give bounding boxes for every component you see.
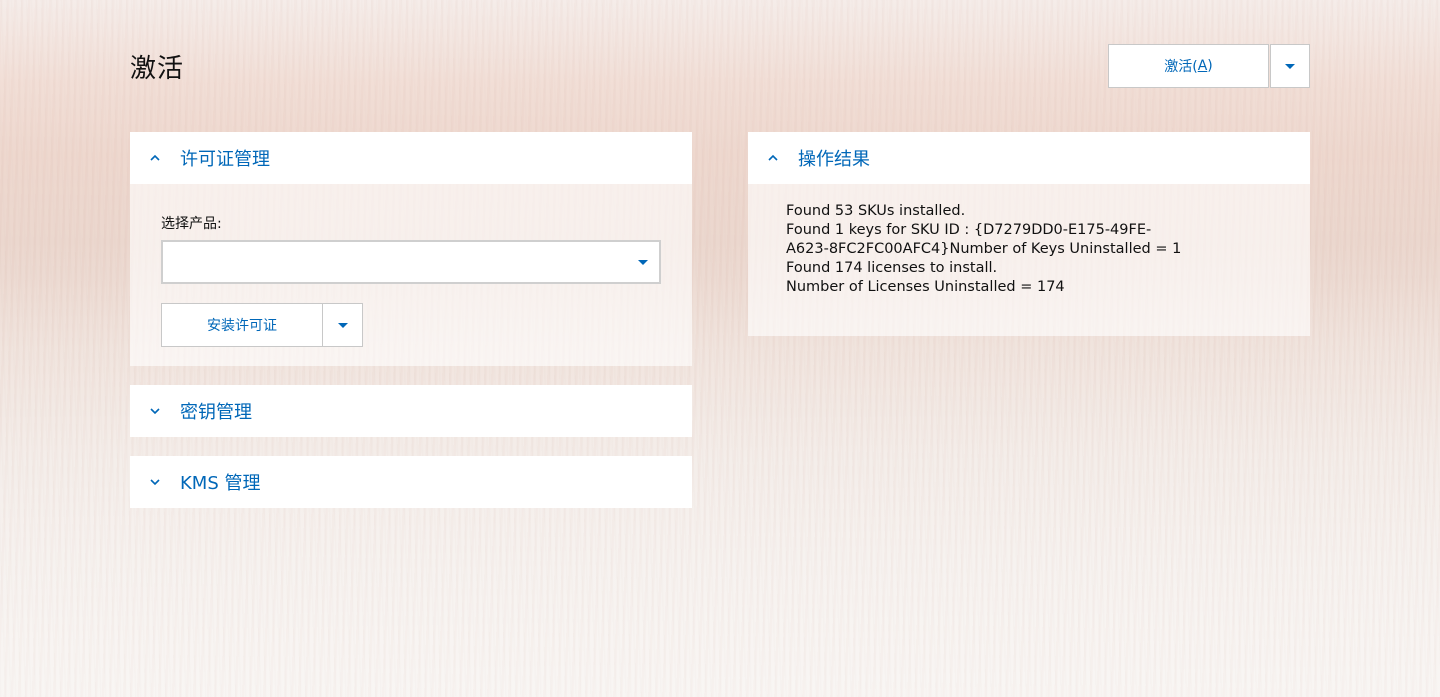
activate-button[interactable]: 激活(A) [1108,44,1269,88]
result-line: A623-8FC2FC00AFC4}Number of Keys Uninsta… [786,241,1182,257]
kms-management-title: KMS 管理 [180,473,261,494]
chevron-down-icon [130,478,180,486]
install-license-label: 安装许可证 [207,318,277,334]
result-line: Found 53 SKUs installed. [786,203,966,219]
caret-down-icon [1285,63,1295,69]
activation-page: { "page": { "title": "激活", "activate_but… [0,0,1440,697]
caret-down-icon [337,322,348,328]
operation-result-output: Found 53 SKUs installed. Found 1 keys fo… [786,202,1181,297]
result-line: Found 1 keys for SKU ID : {D7279DD0-E175… [786,222,1152,238]
key-management-title: 密钥管理 [180,402,252,423]
result-line: Number of Licenses Uninstalled = 174 [786,279,1065,295]
operation-result-header[interactable]: 操作结果 [748,132,1310,184]
caret-down-icon [638,260,648,265]
license-management-title: 许可证管理 [180,149,270,170]
chevron-down-icon [130,407,180,415]
operation-result-panel: 操作结果 Found 53 SKUs installed. Found 1 ke… [748,132,1310,336]
activate-button-access-key: A [1197,58,1208,74]
activate-button-label: 激活( [1164,59,1198,75]
chevron-up-icon [130,154,180,162]
key-management-header[interactable]: 密钥管理 [130,385,692,437]
product-select[interactable] [161,240,661,284]
chevron-up-icon [748,154,798,162]
product-select-label: 选择产品: [161,216,222,232]
key-management-panel: 密钥管理 [130,385,692,437]
kms-management-header[interactable]: KMS 管理 [130,456,692,508]
activate-split-button: 激活(A) [1108,44,1310,88]
license-management-panel: 许可证管理 选择产品: 安装许可证 [130,132,692,366]
install-license-dropdown-button[interactable] [323,303,363,347]
activate-button-label-close: ) [1207,58,1213,74]
install-license-button[interactable]: 安装许可证 [161,303,323,347]
activate-dropdown-button[interactable] [1270,44,1310,88]
result-line: Found 174 licenses to install. [786,260,998,276]
kms-management-panel: KMS 管理 [130,456,692,508]
install-license-split-button: 安装许可证 [161,303,363,347]
operation-result-title: 操作结果 [798,149,870,170]
page-title: 激活 [130,54,185,84]
license-management-header[interactable]: 许可证管理 [130,132,692,184]
